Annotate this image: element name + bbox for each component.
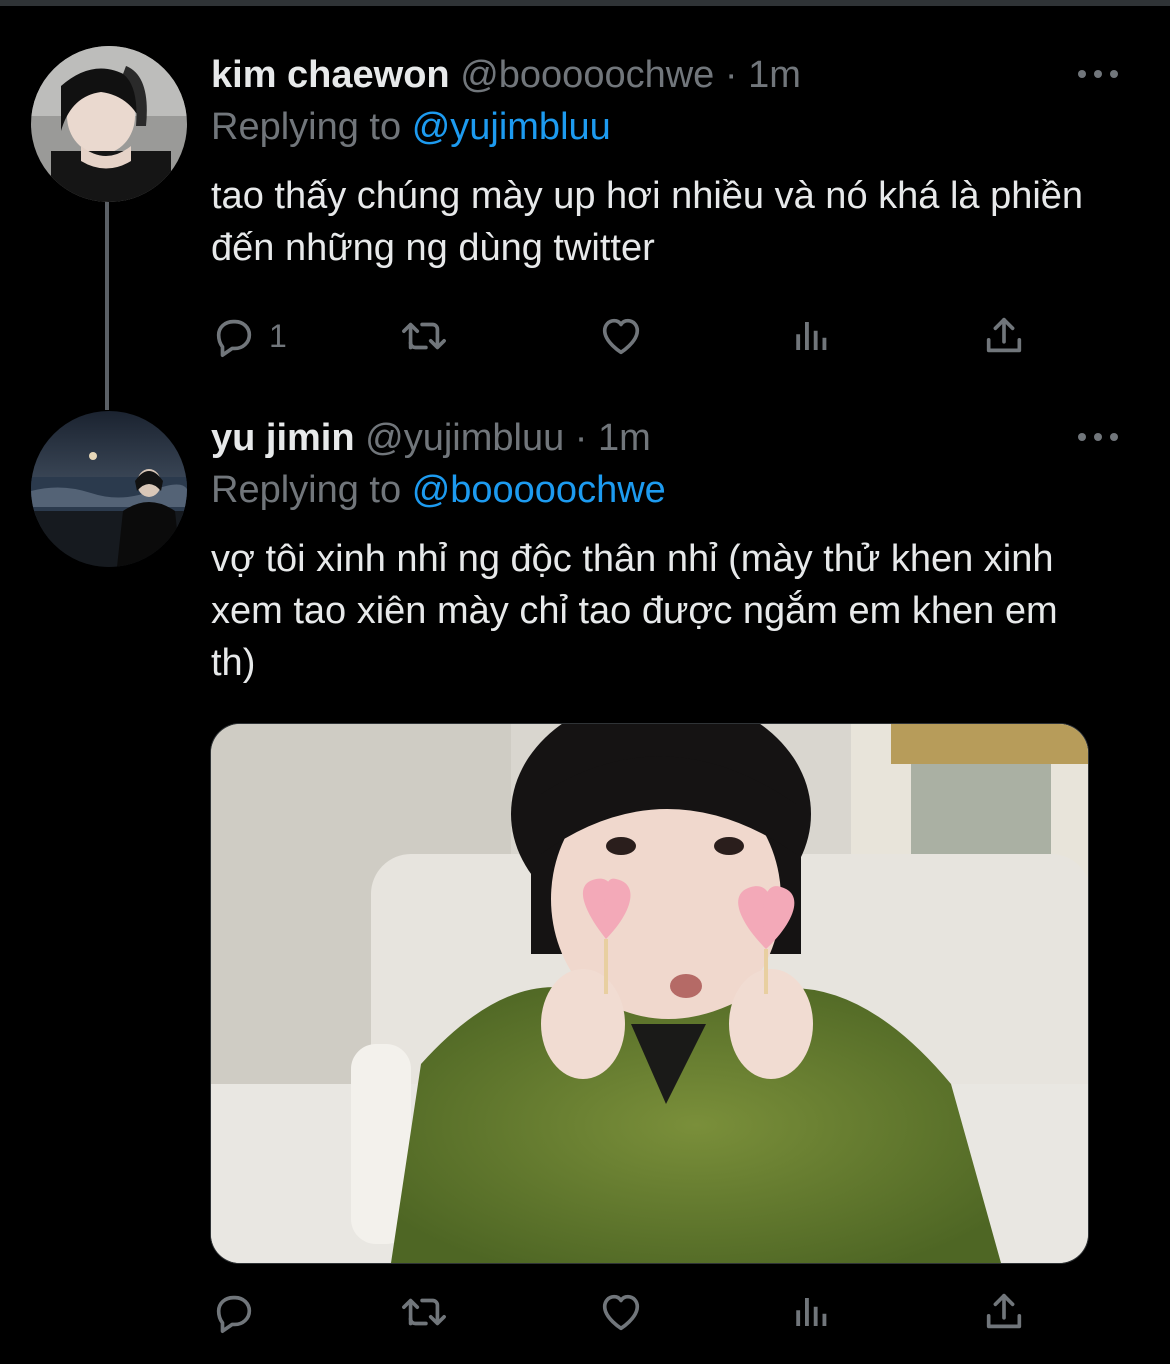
share-button[interactable] [981, 1287, 1027, 1337]
retweet-icon [402, 322, 446, 350]
share-icon [986, 317, 1022, 353]
replying-to-mention[interactable]: @yujimbluu [412, 106, 611, 148]
like-button[interactable] [597, 1287, 645, 1337]
top-divider [0, 0, 1170, 6]
reply-icon [216, 319, 252, 357]
replying-to-label: Replying to [211, 106, 402, 148]
retweet-button[interactable] [399, 1287, 449, 1337]
thread-connector-line [105, 200, 109, 410]
tweet-actions [211, 1287, 1041, 1337]
replying-to-label: Replying to [211, 469, 402, 511]
replying-to-mention[interactable]: @booooochwe [412, 469, 666, 511]
user-handle[interactable]: @yujimbluu [365, 417, 564, 459]
user-handle[interactable]: @booooochwe [460, 54, 714, 96]
like-icon [602, 1294, 640, 1331]
retweet-icon [402, 1298, 446, 1326]
like-icon [602, 318, 640, 355]
avatar[interactable] [31, 411, 187, 567]
reply-button[interactable]: 1 [211, 311, 287, 361]
separator-dot: · [724, 54, 738, 96]
replying-to-line: Replying to @booooochwe [211, 467, 666, 513]
timestamp[interactable]: 1m [598, 417, 651, 459]
reply-icon [216, 1295, 252, 1333]
more-horizontal-icon[interactable] [1078, 427, 1118, 447]
display-name[interactable]: yu jimin [211, 417, 355, 459]
timestamp[interactable]: 1m [748, 54, 801, 96]
separator-dot: · [574, 417, 588, 459]
replying-to-line: Replying to @yujimbluu [211, 104, 611, 150]
reply-button[interactable] [211, 1287, 269, 1337]
avatar[interactable] [31, 46, 187, 202]
tweet-text: tao thấy chúng mày up hơi nhiều và nó kh… [211, 175, 1084, 269]
reply-count: 1 [269, 317, 287, 354]
views-icon [796, 322, 827, 350]
tweet-text: vợ tôi xinh nhỉ ng độc thân nhỉ (mày thử… [211, 538, 1058, 684]
like-button[interactable] [597, 311, 645, 361]
views-button[interactable] [791, 311, 833, 361]
display-name[interactable]: kim chaewon [211, 54, 450, 96]
retweet-button[interactable] [399, 311, 449, 361]
share-icon [986, 1293, 1022, 1329]
views-button[interactable] [791, 1287, 833, 1337]
tweet-actions: 1 [211, 311, 1041, 361]
views-icon [796, 1298, 827, 1326]
tweet-header: yu jimin @yujimbluu · 1m [211, 415, 651, 461]
tweet-photo[interactable] [210, 723, 1089, 1264]
tweet-header: kim chaewon @booooochwe · 1m [211, 52, 801, 98]
share-button[interactable] [981, 311, 1027, 361]
more-horizontal-icon[interactable] [1078, 64, 1118, 84]
